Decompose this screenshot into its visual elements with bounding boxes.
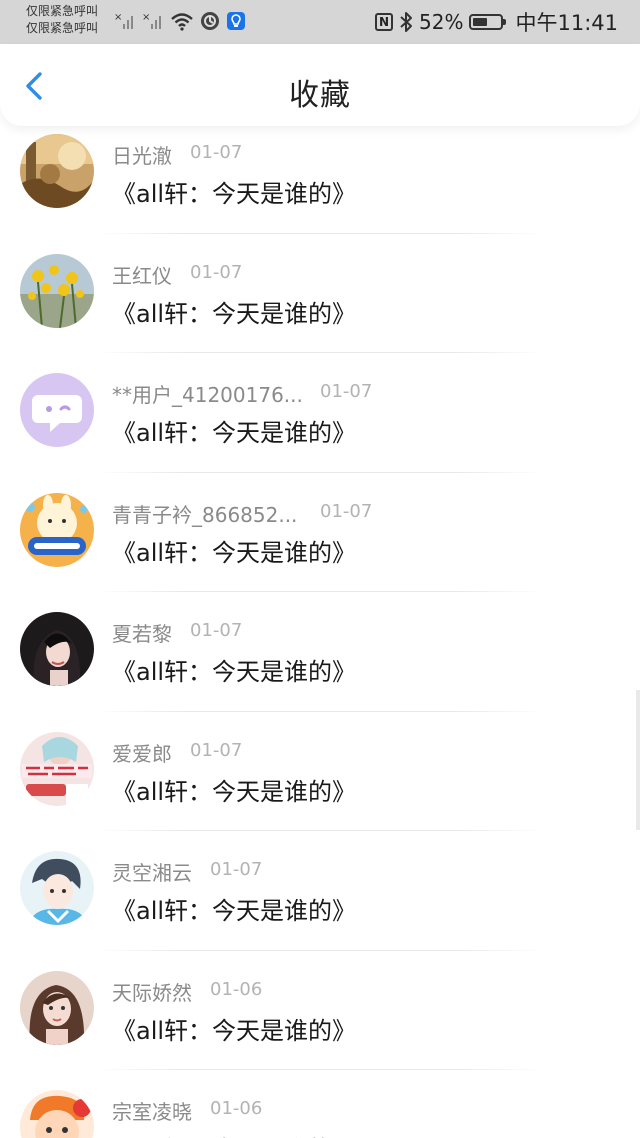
user-name: 王红仪 xyxy=(112,263,172,288)
book-title: 《all轩：今天是谁的》 xyxy=(112,538,357,567)
user-name: 日光澈 xyxy=(112,144,172,168)
favorite-date: 01-07 xyxy=(320,381,373,402)
favorite-date: 01-07 xyxy=(320,500,373,522)
favorite-item[interactable]: 王红仪 01-07 《all轩：今天是谁的》 xyxy=(0,234,640,353)
no-signal-icon-2: × xyxy=(142,12,161,29)
carrier-line-1: 仅限紧急呼叫 xyxy=(26,4,99,18)
status-bar: 仅限紧急呼叫 仅限紧急呼叫 × × N 52% 中午11:41 xyxy=(0,0,640,44)
app-badge-icon xyxy=(227,12,245,30)
nfc-icon: N xyxy=(375,13,394,31)
favorite-date: 01-06 xyxy=(210,978,263,1000)
page-title: 收藏 xyxy=(289,78,351,113)
status-icons-right: N 52% 中午11:41 xyxy=(375,8,618,36)
favorite-item[interactable]: 宗室凌晓 01-06 《all轩：今天是谁的》 xyxy=(0,1070,640,1138)
favorite-date: 01-07 xyxy=(190,620,243,641)
favorite-date: 01-07 xyxy=(210,859,263,880)
favorite-date: 01-07 xyxy=(190,739,243,761)
wifi-icon xyxy=(171,13,193,31)
book-title: 《all轩：今天是谁的》 xyxy=(112,777,357,806)
favorite-item[interactable]: 青青子衿_866852... 01-07 《all轩：今天是谁的》 xyxy=(0,473,640,592)
app-notification-icon xyxy=(201,12,219,30)
user-avatar[interactable] xyxy=(20,851,94,925)
user-name: 灵空湘云 xyxy=(112,861,192,885)
favorite-item[interactable]: 日光澈 01-07 《all轩：今天是谁的》 xyxy=(0,114,640,234)
carrier-text: 仅限紧急呼叫 仅限紧急呼叫 xyxy=(26,3,98,37)
svg-text:×: × xyxy=(142,12,150,23)
user-avatar[interactable] xyxy=(20,612,94,686)
battery-level-fill xyxy=(473,18,487,26)
favorite-item[interactable]: 爱爱郎 01-07 《all轩：今天是谁的》 xyxy=(0,712,640,831)
favorite-date: 01-07 xyxy=(190,261,243,283)
user-avatar[interactable] xyxy=(20,731,94,806)
status-time: 中午11:41 xyxy=(515,11,618,35)
scroll-indicator[interactable] xyxy=(636,690,640,830)
user-avatar[interactable] xyxy=(20,373,94,447)
user-avatar[interactable] xyxy=(20,970,94,1045)
favorites-list: 日光澈 01-07 《all轩：今天是谁的》 王红仪 01-07 《all轩：今天是谁的… xyxy=(0,114,640,1138)
user-name: 爱爱郎 xyxy=(112,741,172,766)
favorite-item[interactable]: 夏若黎 01-07 《all轩：今天是谁的》 xyxy=(0,592,640,712)
book-title: 《all轩：今天是谁的》 xyxy=(112,1130,356,1138)
app-header: 收藏 xyxy=(0,44,640,126)
user-name: **用户_41200176... xyxy=(112,383,303,407)
user-avatar[interactable] xyxy=(20,1090,94,1138)
book-title: 《all轩：今天是谁的》 xyxy=(112,419,357,447)
favorite-date: 01-07 xyxy=(190,142,243,163)
favorite-item[interactable]: 天际娇然 01-06 《all轩：今天是谁的》 xyxy=(0,951,640,1070)
user-name: 宗室凌晓 xyxy=(112,1100,192,1124)
no-signal-icon: × xyxy=(114,12,133,29)
book-title: 《all轩：今天是谁的》 xyxy=(112,1016,357,1045)
book-title: 《all轩：今天是谁的》 xyxy=(112,180,357,208)
user-avatar[interactable] xyxy=(20,134,94,208)
battery-percent: 52% xyxy=(419,10,464,34)
bluetooth-icon xyxy=(400,12,413,32)
user-avatar[interactable] xyxy=(20,253,94,328)
user-avatar[interactable] xyxy=(20,492,94,567)
favorite-item[interactable]: 灵空湘云 01-07 《all轩：今天是谁的》 xyxy=(0,831,640,951)
carrier-line-2: 仅限紧急呼叫 xyxy=(26,21,99,35)
svg-text:×: × xyxy=(114,12,122,23)
user-name: 青青子衿_866852... xyxy=(112,502,298,527)
book-title: 《all轩：今天是谁的》 xyxy=(112,658,357,686)
favorite-item[interactable]: **用户_41200176... 01-07 《all轩：今天是谁的》 xyxy=(0,353,640,473)
user-name: 夏若黎 xyxy=(112,622,172,646)
status-icons-left: × × xyxy=(114,10,246,32)
screen: 仅限紧急呼叫 仅限紧急呼叫 × × N 52% 中午11:41 收藏 日光澈 0… xyxy=(0,0,640,1138)
book-title: 《all轩：今天是谁的》 xyxy=(112,897,357,925)
favorite-date: 01-06 xyxy=(210,1098,263,1119)
user-name: 天际娇然 xyxy=(112,980,192,1005)
book-title: 《all轩：今天是谁的》 xyxy=(112,299,357,328)
battery-icon xyxy=(469,14,507,30)
